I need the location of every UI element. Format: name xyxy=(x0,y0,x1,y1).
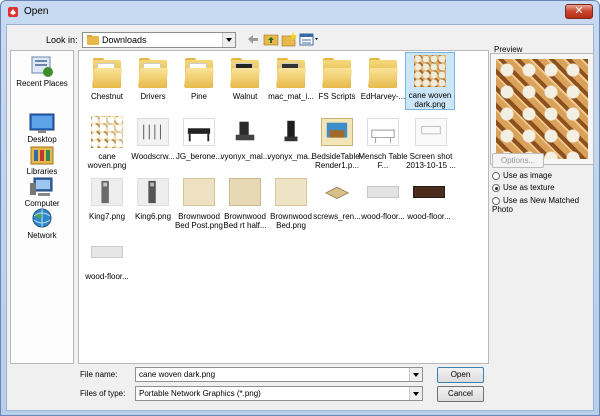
image-thumbnail xyxy=(229,118,261,146)
image-thumbnail xyxy=(275,178,307,206)
network-icon xyxy=(32,208,52,228)
radio-circle[interactable] xyxy=(492,196,500,205)
place-computer[interactable]: Computer xyxy=(11,175,73,208)
place-desktop[interactable]: Desktop xyxy=(11,111,73,144)
file-name-input[interactable]: cane woven dark.png xyxy=(135,367,423,382)
preview-panel xyxy=(490,53,594,165)
image-thumbnail xyxy=(183,178,215,206)
image-thumbnail xyxy=(321,118,353,146)
image-thumbnail xyxy=(91,178,123,206)
window-title: Open xyxy=(24,6,49,17)
places-bar: Recent Places Desktop Libraries Computer… xyxy=(10,50,74,364)
place-label: Network xyxy=(27,231,57,240)
folder-icon xyxy=(229,58,261,88)
file-type-label: Files of type: xyxy=(80,389,126,398)
file-name-label: File name: xyxy=(80,370,118,379)
view-menu-icon[interactable] xyxy=(299,32,319,47)
folder-icon xyxy=(321,58,353,88)
folder-icon xyxy=(367,58,399,88)
image-thumbnail xyxy=(321,178,353,206)
close-button[interactable]: ✕ xyxy=(565,4,593,19)
close-icon: ✕ xyxy=(574,5,584,17)
radio-use-as-image[interactable]: Use as image xyxy=(492,171,552,180)
place-recent-places[interactable]: Recent Places xyxy=(11,55,73,88)
computer-icon xyxy=(30,177,53,196)
back-icon[interactable] xyxy=(245,32,261,47)
file-type-select[interactable]: Portable Network Graphics (*.png) xyxy=(135,386,423,401)
place-network[interactable]: Network xyxy=(11,207,73,240)
chevron-down-icon[interactable] xyxy=(222,33,235,47)
place-libraries[interactable]: Libraries xyxy=(11,143,73,176)
file-item-selected[interactable]: cane woven dark.png xyxy=(405,52,455,110)
file-item-image[interactable]: wood-floor... xyxy=(401,174,457,221)
dialog-body: Look in: Downloads Recent Places Desktop… xyxy=(6,24,594,411)
new-folder-icon[interactable] xyxy=(281,32,297,47)
titlebar[interactable]: Open ✕ xyxy=(1,1,599,23)
place-label: Recent Places xyxy=(16,79,68,88)
app-icon xyxy=(8,7,18,17)
recent-places-icon xyxy=(31,56,53,77)
radio-circle-checked[interactable] xyxy=(492,183,500,192)
image-thumbnail xyxy=(415,118,447,146)
look-in-label: Look in: xyxy=(46,35,78,45)
radio-circle[interactable] xyxy=(492,171,500,180)
folder-icon xyxy=(87,35,99,45)
up-folder-icon[interactable] xyxy=(263,32,279,47)
desktop-icon xyxy=(29,113,55,133)
file-item-image[interactable]: wood-floor... xyxy=(79,234,135,281)
open-button[interactable]: Open xyxy=(437,367,484,383)
image-thumbnail xyxy=(91,116,123,148)
folder-icon xyxy=(137,58,169,88)
libraries-icon xyxy=(30,146,54,165)
chevron-down-icon[interactable] xyxy=(409,387,422,400)
file-item-image[interactable]: Screen shot 2013-10-15 ... xyxy=(403,114,459,170)
image-thumbnail xyxy=(229,178,261,206)
file-list: Chestnut Drivers Pine Walnut mac_mat_i..… xyxy=(78,50,489,364)
radio-use-as-texture[interactable]: Use as texture xyxy=(492,183,555,192)
open-dialog: Open ✕ Look in: Downloads Recent Places … xyxy=(0,0,600,416)
look-in-dropdown[interactable]: Downloads xyxy=(82,32,236,48)
image-thumbnail xyxy=(367,186,399,198)
image-thumbnail xyxy=(183,118,215,146)
image-thumbnail xyxy=(367,118,399,146)
file-item-folder[interactable]: EdHarvey-... xyxy=(355,54,411,101)
look-in-value: Downloads xyxy=(102,35,147,45)
image-thumbnail xyxy=(414,55,446,87)
image-thumbnail xyxy=(137,178,169,206)
image-thumbnail xyxy=(91,246,123,258)
folder-icon xyxy=(183,58,215,88)
folder-icon xyxy=(275,58,307,88)
image-thumbnail xyxy=(137,118,169,146)
image-thumbnail xyxy=(275,118,307,146)
chevron-down-icon[interactable] xyxy=(409,368,422,381)
image-thumbnail xyxy=(413,186,445,198)
folder-icon xyxy=(91,58,123,88)
preview-image xyxy=(496,59,588,159)
radio-use-as-matched-photo[interactable]: Use as New Matched Photo xyxy=(492,196,593,214)
options-button[interactable]: Options... xyxy=(492,153,544,168)
cancel-button[interactable]: Cancel xyxy=(437,386,484,402)
